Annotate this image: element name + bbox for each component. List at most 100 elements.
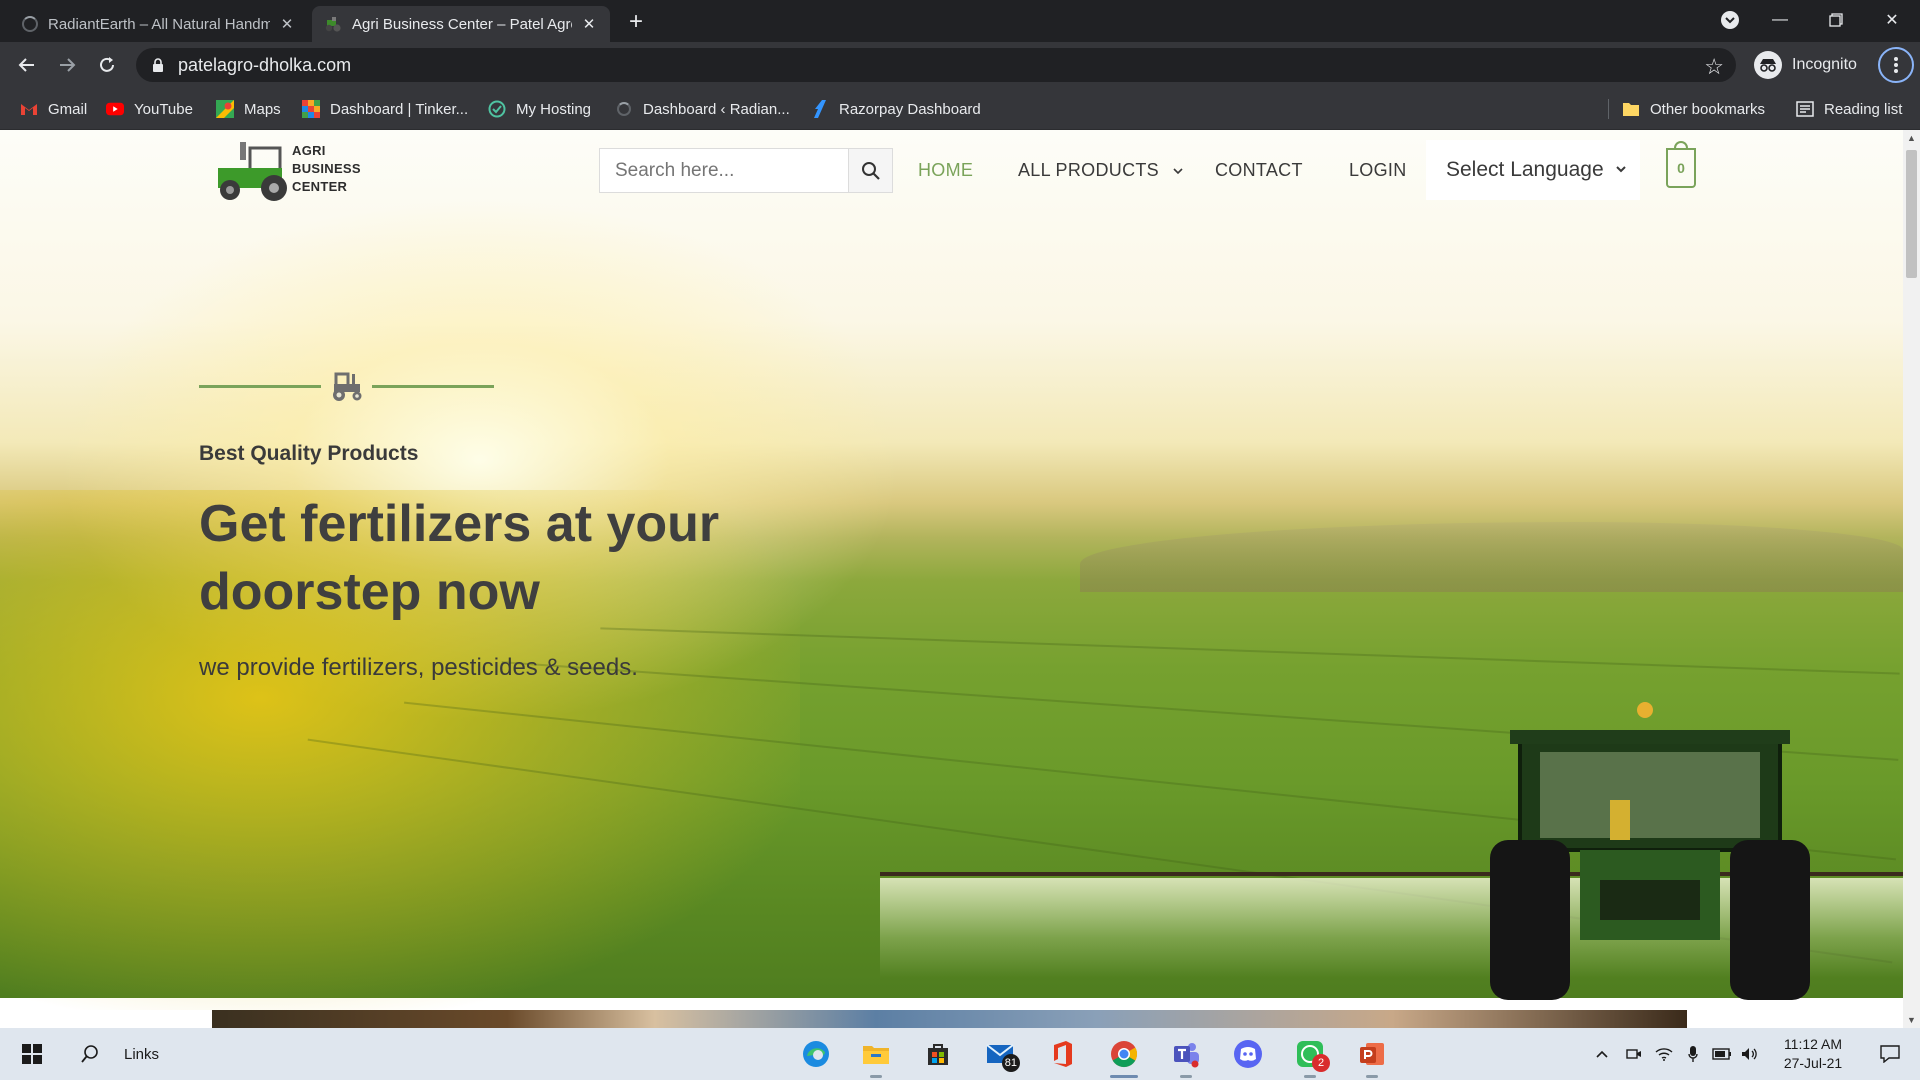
page-viewport: AGRI BUSINESS CENTER HOME ALL PRODUCTS C…	[0, 130, 1903, 1028]
bookmark-razorpay[interactable]: Razorpay Dashboard	[811, 88, 981, 130]
site-header: AGRI BUSINESS CENTER HOME ALL PRODUCTS C…	[0, 130, 1903, 210]
forward-button[interactable]	[52, 50, 82, 80]
page-scrollbar[interactable]: ▲ ▼	[1903, 130, 1920, 1028]
incognito-icon	[1754, 51, 1782, 79]
bookmarks-separator	[1608, 99, 1609, 119]
show-hidden-icons-button[interactable]	[1590, 1028, 1614, 1080]
hosting-icon	[488, 100, 506, 118]
taskbar-powerpoint[interactable]	[1344, 1028, 1400, 1080]
microphone-button[interactable]	[1682, 1028, 1704, 1080]
divider-line	[372, 385, 494, 388]
tab-title: RadiantEarth – All Natural Handmade	[48, 15, 270, 33]
scroll-down-arrow-icon[interactable]: ▼	[1903, 1012, 1920, 1028]
clock-time: 11:12 AM	[1783, 1036, 1843, 1052]
address-bar[interactable]: patelagro-dholka.com ☆	[136, 48, 1736, 82]
taskbar-links-toolbar[interactable]: Links	[124, 1028, 159, 1080]
restore-button[interactable]	[1808, 0, 1864, 40]
folder-icon	[863, 1046, 889, 1064]
taskbar-teams[interactable]	[1158, 1028, 1214, 1080]
chevron-up-icon	[1596, 1050, 1608, 1058]
other-bookmarks-folder[interactable]: Other bookmarks	[1622, 88, 1765, 130]
browser-toolbar: patelagro-dholka.com ☆ Incognito	[0, 42, 1920, 88]
browser-menu-button[interactable]	[1878, 47, 1914, 83]
new-tab-button[interactable]: +	[622, 8, 650, 36]
scrollbar-thumb[interactable]	[1906, 150, 1917, 278]
maps-icon	[216, 100, 234, 118]
meet-now-button[interactable]	[1622, 1028, 1646, 1080]
site-logo-text[interactable]: AGRI BUSINESS CENTER	[292, 142, 361, 196]
wifi-icon	[1655, 1048, 1673, 1061]
close-window-button[interactable]: ✕	[1864, 0, 1920, 40]
distant-hills	[1080, 522, 1903, 592]
taskbar-discord[interactable]	[1220, 1028, 1276, 1080]
cart-button[interactable]: 0	[1666, 141, 1696, 188]
bookmark-tinkercad[interactable]: Dashboard | Tinker...	[302, 88, 468, 130]
language-select[interactable]: Select Language	[1426, 140, 1640, 200]
network-button[interactable]	[1652, 1028, 1676, 1080]
bookmark-maps[interactable]: Maps	[216, 88, 281, 130]
close-icon[interactable]: ✕	[278, 15, 296, 33]
nav-home[interactable]: HOME	[918, 160, 973, 181]
reload-icon	[100, 57, 114, 72]
loading-icon	[22, 16, 38, 32]
tab-agri-business-center[interactable]: Agri Business Center – Patel Agro ✕	[312, 6, 610, 42]
gmail-icon	[20, 100, 38, 118]
tab-radiantearth[interactable]: RadiantEarth – All Natural Handmade ✕	[10, 6, 308, 42]
arrow-left-icon	[18, 58, 34, 72]
taskbar-mail[interactable]: 81	[972, 1028, 1028, 1080]
nav-login[interactable]: LOGIN	[1349, 160, 1407, 181]
search-icon	[81, 1045, 98, 1063]
nav-contact[interactable]: CONTACT	[1215, 160, 1303, 181]
taskbar-search-button[interactable]	[66, 1028, 114, 1080]
bookmark-gmail[interactable]: Gmail	[20, 88, 87, 130]
restore-icon	[1829, 13, 1843, 27]
chevron-down-circle-icon	[1721, 11, 1739, 29]
back-button[interactable]	[12, 50, 42, 80]
razorpay-icon	[811, 100, 829, 118]
reading-list-icon	[1796, 100, 1814, 118]
tractor-image	[1490, 702, 1810, 1000]
bookmark-youtube[interactable]: YouTube	[106, 88, 193, 130]
whatsapp-unread-badge: 2	[1312, 1054, 1330, 1072]
more-vertical-icon	[1894, 57, 1898, 73]
windows-taskbar: Links 81 2 11:12 AM 27-Jul-21	[0, 1028, 1920, 1080]
next-section-image	[212, 1010, 1687, 1028]
browser-tab-strip: RadiantEarth – All Natural Handmade ✕ Ag…	[0, 0, 1920, 42]
divider-line	[199, 385, 321, 388]
reading-list-button[interactable]: Reading list	[1796, 88, 1902, 130]
tractor-divider-icon	[333, 372, 362, 401]
taskbar-edge[interactable]	[788, 1028, 844, 1080]
tab-search-button[interactable]	[1708, 0, 1752, 40]
search-input[interactable]	[599, 148, 849, 193]
nav-all-products[interactable]: ALL PRODUCTS	[1018, 160, 1184, 181]
taskbar-office[interactable]	[1034, 1028, 1090, 1080]
taskbar-whatsapp[interactable]: 2	[1282, 1028, 1338, 1080]
discord-icon	[1234, 1040, 1262, 1068]
windows-logo-icon	[22, 1044, 42, 1064]
battery-button[interactable]	[1710, 1028, 1734, 1080]
store-icon	[928, 1044, 948, 1065]
notification-icon	[1880, 1045, 1900, 1063]
taskbar-chrome[interactable]	[1096, 1028, 1152, 1080]
powerpoint-icon	[1360, 1043, 1384, 1065]
loading-icon	[615, 100, 633, 118]
bookmark-my-hosting[interactable]: My Hosting	[488, 88, 591, 130]
microphone-icon	[1688, 1046, 1698, 1062]
incognito-profile-button[interactable]: Incognito	[1754, 48, 1857, 82]
bookmark-dashboard-radiant[interactable]: Dashboard ‹ Radian...	[615, 88, 790, 130]
chevron-down-icon	[1616, 166, 1626, 173]
profile-label: Incognito	[1792, 56, 1857, 73]
search-button[interactable]	[848, 148, 893, 193]
minimize-button[interactable]: —	[1752, 0, 1808, 40]
taskbar-store[interactable]	[910, 1028, 966, 1080]
scroll-up-arrow-icon[interactable]: ▲	[1903, 130, 1920, 146]
taskbar-file-explorer[interactable]	[848, 1028, 904, 1080]
speaker-icon	[1742, 1048, 1757, 1060]
start-button[interactable]	[8, 1028, 56, 1080]
bookmark-star-icon[interactable]: ☆	[1704, 54, 1724, 80]
taskbar-clock[interactable]: 11:12 AM 27-Jul-21	[1758, 1035, 1868, 1073]
action-center-button[interactable]	[1866, 1028, 1914, 1080]
close-icon[interactable]: ✕	[580, 15, 598, 33]
reload-button[interactable]	[92, 50, 122, 80]
folder-icon	[1622, 100, 1640, 118]
